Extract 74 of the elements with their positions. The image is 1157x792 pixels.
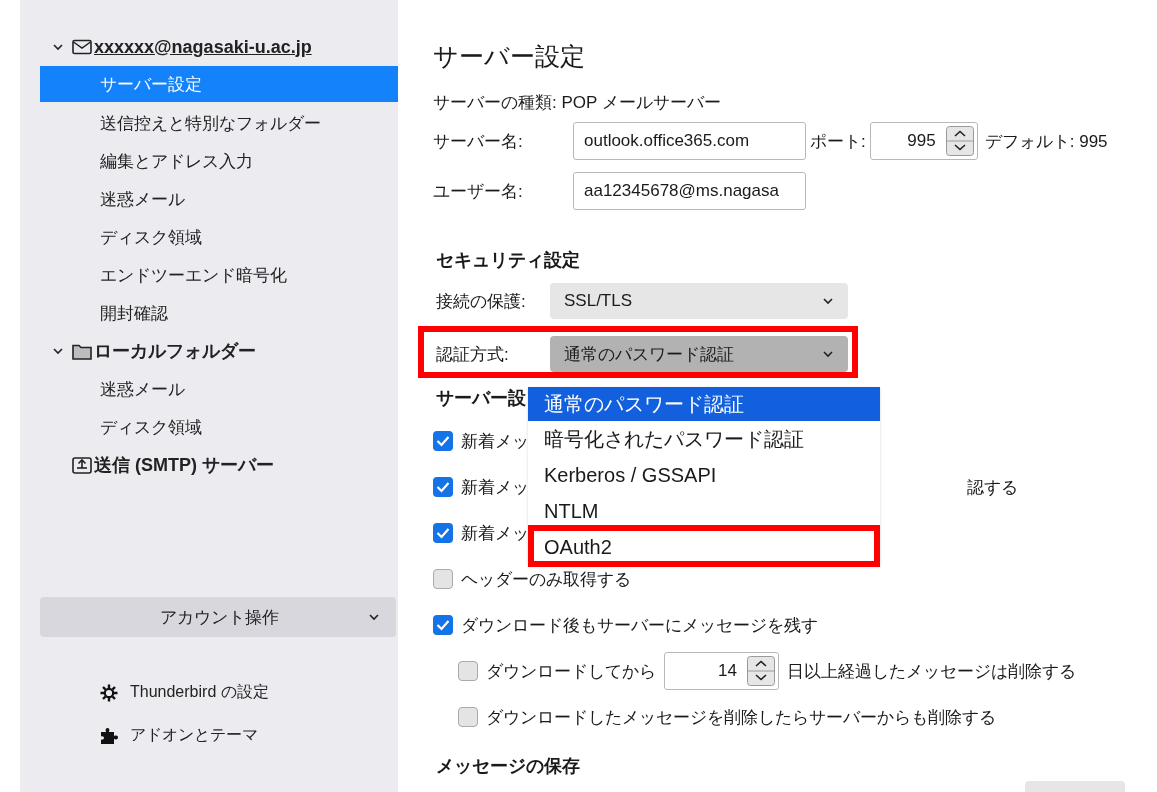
- chevron-down-icon: [822, 295, 834, 307]
- section-heading: メッセージの保存: [436, 755, 580, 778]
- checkbox[interactable]: [458, 661, 478, 681]
- auth-select[interactable]: 通常のパスワード認証: [550, 336, 848, 372]
- checkbox[interactable]: [433, 569, 453, 589]
- stepper-icon[interactable]: [945, 126, 974, 156]
- server-name-field[interactable]: outlook.office365.com: [573, 122, 806, 160]
- menu-item[interactable]: OAuth2: [528, 529, 880, 565]
- connection-select[interactable]: SSL/TLS: [550, 283, 848, 319]
- option-label: 認する: [967, 476, 1018, 499]
- checkbox[interactable]: [433, 477, 453, 497]
- port-spinner[interactable]: 995: [869, 122, 978, 160]
- default-port-text: デフォルト: 995: [984, 130, 1108, 153]
- puzzle-icon: [100, 726, 118, 745]
- tree-item[interactable]: 編集とアドレス入力: [40, 142, 398, 180]
- field-label: ユーザー名:: [433, 180, 524, 203]
- menu-item[interactable]: 通常のパスワード認証: [528, 387, 880, 421]
- option-label: 新着メッ: [461, 430, 529, 453]
- field-label: 認証方式:: [436, 343, 510, 366]
- tree-item[interactable]: 開封確認: [40, 294, 398, 332]
- check-icon: [436, 527, 450, 539]
- section-heading: セキュリティ設定: [436, 249, 580, 272]
- tree-item[interactable]: ディスク領域: [40, 408, 398, 446]
- tree-item[interactable]: 送信 (SMTP) サーバー: [20, 446, 398, 484]
- menu-item[interactable]: NTLM: [528, 493, 880, 529]
- checkbox[interactable]: [433, 431, 453, 451]
- field-label: サーバー名:: [433, 130, 524, 153]
- check-icon: [436, 619, 450, 631]
- gear-icon: [100, 683, 118, 702]
- account-actions-button[interactable]: アカウント操作: [40, 597, 396, 637]
- outbox-icon: [72, 456, 92, 474]
- checkbox[interactable]: [433, 523, 453, 543]
- tree-item[interactable]: 迷惑メール: [40, 180, 398, 218]
- tree-item[interactable]: xxxxxx@nagasaki-u.ac.jp: [20, 28, 398, 66]
- option-label: 新着メッ: [461, 476, 529, 499]
- section-heading: サーバー設: [436, 387, 526, 410]
- option-label: ダウンロード後もサーバーにメッセージを残す: [461, 614, 818, 637]
- option-label: 新着メッ: [461, 522, 529, 545]
- chevron-down-icon[interactable]: [52, 345, 64, 357]
- tree-item[interactable]: エンドツーエンド暗号化: [40, 256, 398, 294]
- option-label: ダウンロードしたメッセージを削除したらサーバーからも削除する: [486, 706, 996, 729]
- tree-item[interactable]: ローカルフォルダー: [20, 332, 398, 370]
- tree-item[interactable]: サーバー設定: [40, 66, 398, 102]
- tree-item[interactable]: ディスク領域: [40, 218, 398, 256]
- menu-item[interactable]: 暗号化されたパスワード認証: [528, 421, 880, 457]
- option-label: ダウンロードしてから: [486, 660, 656, 683]
- sidebar-link[interactable]: アドオンとテーマ: [100, 725, 258, 746]
- tree-label: xxxxxx@nagasaki-u.ac.jp: [94, 35, 312, 59]
- field-label: 接続の保護:: [436, 290, 527, 313]
- chevron-down-icon[interactable]: [52, 41, 64, 53]
- user-name-field[interactable]: aa12345678@ms.nagasa: [573, 172, 806, 210]
- tree-item[interactable]: 迷惑メール: [40, 370, 398, 408]
- folder-icon: [72, 342, 92, 360]
- tree-label: ローカルフォルダー: [94, 340, 256, 363]
- tree-item[interactable]: 送信控えと特別なフォルダー: [40, 104, 398, 142]
- check-icon: [436, 435, 450, 447]
- menu-item[interactable]: Kerberos / GSSAPI: [528, 457, 880, 493]
- check-icon: [436, 481, 450, 493]
- server-type-text: サーバーの種類: POP メールサーバー: [433, 92, 721, 114]
- tree-label: 送信 (SMTP) サーバー: [94, 454, 274, 477]
- chevron-down-icon: [822, 348, 834, 360]
- checkbox[interactable]: [433, 615, 453, 635]
- page-title: サーバー設定: [433, 41, 585, 72]
- link-label[interactable]: Thunderbird の設定: [130, 682, 269, 703]
- checkbox[interactable]: [458, 707, 478, 727]
- option-label: 日以上経過したメッセージは削除する: [787, 660, 1076, 683]
- days-spinner[interactable]: 14: [664, 652, 779, 690]
- chevron-down-icon: [368, 611, 380, 623]
- field-label: ポート:: [810, 130, 866, 153]
- link-label[interactable]: アドオンとテーマ: [130, 725, 258, 746]
- option-label: ヘッダーのみ取得する: [461, 568, 631, 591]
- envelope-icon: [72, 39, 92, 55]
- sidebar-link[interactable]: Thunderbird の設定: [100, 682, 269, 703]
- stepper-icon[interactable]: [747, 656, 775, 686]
